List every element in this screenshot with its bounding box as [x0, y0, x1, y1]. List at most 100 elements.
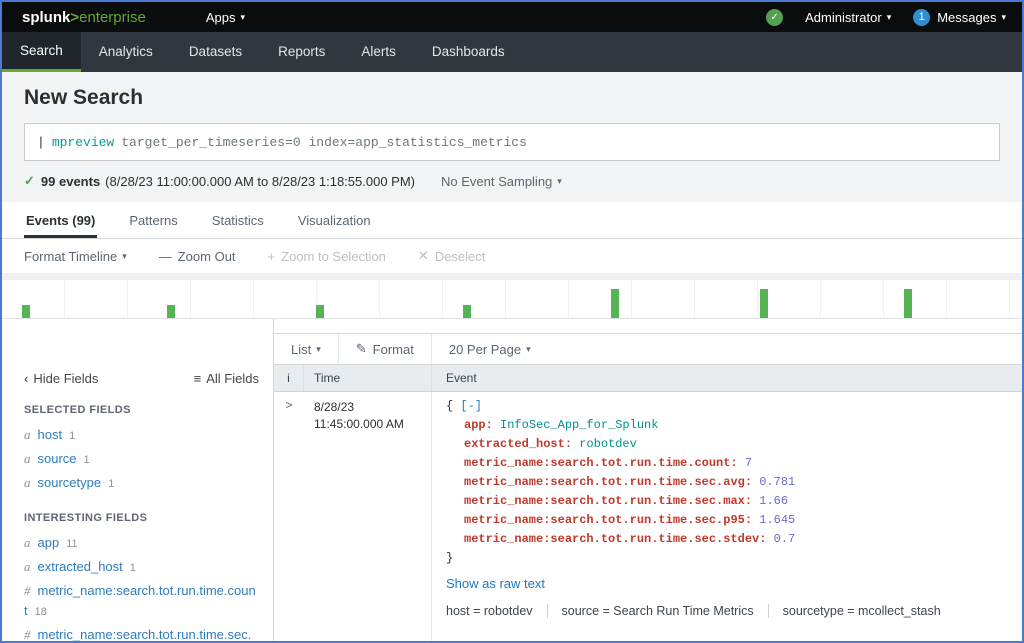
event-json-key[interactable]: metric_name:search.tot.run.time.sec.p95:: [464, 513, 759, 527]
logo-splunk-text: splunk: [22, 8, 71, 26]
field-name-link[interactable]: metric_name:search.tot.run.time.sec.: [38, 627, 252, 641]
field-count: 1: [83, 454, 90, 466]
field-name-link[interactable]: host: [38, 427, 63, 442]
event-timestamp: 11:45:00.000 AM: [314, 417, 404, 431]
close-icon: ✕: [417, 248, 429, 263]
hide-fields-button[interactable]: ‹ Hide Fields: [24, 371, 98, 386]
zoom-out-button[interactable]: — Zoom Out: [159, 249, 236, 264]
search-header: New Search | mpreview target_per_timeser…: [2, 72, 1022, 202]
nav-tab-dashboards[interactable]: Dashboards: [414, 32, 523, 72]
splunk-logo[interactable]: splunk>enterprise: [22, 9, 146, 26]
health-status-icon[interactable]: ✓: [766, 8, 784, 26]
list-type-menu[interactable]: List ▾: [274, 334, 338, 364]
event-json-value[interactable]: 1.66: [759, 494, 788, 508]
event-json-pair: extracted_host: robotdev: [446, 435, 1008, 454]
field-name-link[interactable]: source: [38, 451, 77, 466]
field-type-icon: a: [24, 559, 31, 574]
messages-menu[interactable]: 1 Messages ▾: [913, 8, 1006, 26]
event-sampling-menu[interactable]: No Event Sampling ▾: [441, 174, 562, 189]
event-json-value[interactable]: 0.7: [774, 532, 796, 546]
format-label: Format: [372, 341, 414, 357]
event-json-key[interactable]: metric_name:search.tot.run.time.sec.avg:: [464, 475, 759, 489]
tab-statistics[interactable]: Statistics: [210, 202, 266, 238]
timeline-selection-strip[interactable]: [2, 273, 1022, 280]
event-json-value[interactable]: 0.781: [759, 475, 795, 489]
event-json-value[interactable]: 7: [745, 456, 752, 470]
event-json-key[interactable]: extracted_host:: [464, 437, 579, 451]
field-name-link[interactable]: metric_name:search.tot.run.time.count: [24, 583, 256, 618]
event-count: 99 events: [40, 173, 101, 189]
field-item[interactable]: # metric_name:search.tot.run.time.sec.: [24, 625, 259, 641]
caret-down-icon: ▾: [122, 250, 127, 261]
field-type-icon: #: [24, 627, 31, 641]
timeline-bar[interactable]: [316, 305, 325, 318]
event-json-value[interactable]: InfoSec_App_for_Splunk: [500, 418, 658, 432]
caret-down-icon: ▾: [557, 175, 562, 186]
search-input[interactable]: | mpreview target_per_timeseries=0 index…: [24, 123, 1000, 161]
timeline-bar[interactable]: [759, 289, 768, 318]
logo-product-text: enterprise: [79, 8, 146, 26]
event-json-value[interactable]: robotdev: [579, 437, 637, 451]
deselect-button[interactable]: ✕ Deselect: [418, 248, 485, 264]
job-status-bar: ✓ 99 events (8/28/23 11:00:00.000 AM to …: [24, 173, 1000, 189]
field-item[interactable]: a host 1: [24, 425, 259, 446]
nav-tab-reports[interactable]: Reports: [260, 32, 343, 72]
event-sampling-label: No Event Sampling: [441, 173, 553, 189]
event-json-key[interactable]: metric_name:search.tot.run.time.sec.stde…: [464, 532, 774, 546]
column-header-info: i: [274, 365, 304, 391]
field-count: 11: [66, 538, 78, 550]
messages-menu-label: Messages: [937, 9, 997, 25]
column-header-event: Event: [446, 371, 477, 385]
per-page-menu[interactable]: 20 Per Page ▾: [430, 334, 548, 364]
selected-fields-list: a host 1 a source 1 a sourcetype 1: [24, 425, 259, 494]
field-item[interactable]: a sourcetype 1: [24, 473, 259, 494]
timeline-chart[interactable]: [2, 273, 1022, 319]
nav-tab-alerts[interactable]: Alerts: [343, 32, 414, 72]
user-menu[interactable]: Administrator ▾: [805, 10, 891, 25]
event-json-key[interactable]: metric_name:search.tot.run.time.sec.max:: [464, 494, 759, 508]
field-name-link[interactable]: extracted_host: [38, 559, 123, 574]
nav-tab-search[interactable]: Search: [2, 32, 81, 72]
apps-menu[interactable]: Apps ▾: [206, 10, 245, 25]
tab-visualization[interactable]: Visualization: [296, 202, 373, 238]
tab-patterns[interactable]: Patterns: [127, 202, 179, 238]
zoom-to-selection-button[interactable]: + Zoom to Selection: [268, 249, 386, 264]
main-content: ‹ Hide Fields ≡ All Fields SELECTED FIEL…: [2, 319, 1022, 641]
field-item[interactable]: a app 11: [24, 533, 259, 554]
timeline-bar[interactable]: [463, 305, 472, 318]
all-fields-label: All Fields: [206, 371, 259, 386]
timeline-bar[interactable]: [903, 289, 912, 318]
event-field-value[interactable]: sourcetype = mcollect_stash: [769, 604, 955, 618]
zoom-to-selection-label: Zoom to Selection: [281, 248, 386, 264]
tab-events[interactable]: Events (99): [24, 202, 98, 238]
event-field-value[interactable]: source = Search Run Time Metrics: [548, 604, 769, 618]
format-timeline-menu[interactable]: Format Timeline ▾: [24, 249, 127, 264]
format-button[interactable]: ✎ Format: [337, 334, 431, 364]
field-name-link[interactable]: app: [38, 535, 60, 550]
nav-tab-analytics[interactable]: Analytics: [81, 32, 171, 72]
field-name-link[interactable]: sourcetype: [38, 475, 102, 490]
event-json-key[interactable]: metric_name:search.tot.run.time.count:: [464, 456, 745, 470]
all-fields-button[interactable]: ≡ All Fields: [194, 371, 259, 386]
event-json-key[interactable]: app:: [464, 418, 500, 432]
event-json-value[interactable]: 1.645: [759, 513, 795, 527]
timeline-bar[interactable]: [610, 289, 619, 318]
collapse-toggle[interactable]: [-]: [460, 399, 482, 413]
events-table-header: i Time Event: [274, 365, 1022, 392]
field-item[interactable]: # metric_name:search.tot.run.time.count 18: [24, 581, 259, 622]
caret-down-icon: ▾: [526, 343, 531, 354]
splunk-window: splunk>enterprise Apps ▾ ✓ Administrator…: [0, 0, 1024, 643]
timeline-bar[interactable]: [167, 305, 176, 318]
field-type-icon: a: [24, 535, 31, 550]
show-raw-text-link[interactable]: Show as raw text: [446, 576, 545, 591]
event-expand-chevron[interactable]: >: [274, 392, 304, 641]
nav-tab-datasets[interactable]: Datasets: [171, 32, 260, 72]
timeline-bar[interactable]: [22, 305, 31, 318]
event-field-value[interactable]: host = robotdev: [446, 604, 548, 618]
field-item[interactable]: a source 1: [24, 449, 259, 470]
query-args: target_per_timeseries=0 index=app_statis…: [121, 134, 527, 150]
caret-down-icon: ▾: [316, 343, 321, 354]
hide-fields-label: Hide Fields: [33, 371, 99, 386]
event-json-open-line: { [-]: [446, 397, 1008, 416]
field-item[interactable]: a extracted_host 1: [24, 557, 259, 578]
